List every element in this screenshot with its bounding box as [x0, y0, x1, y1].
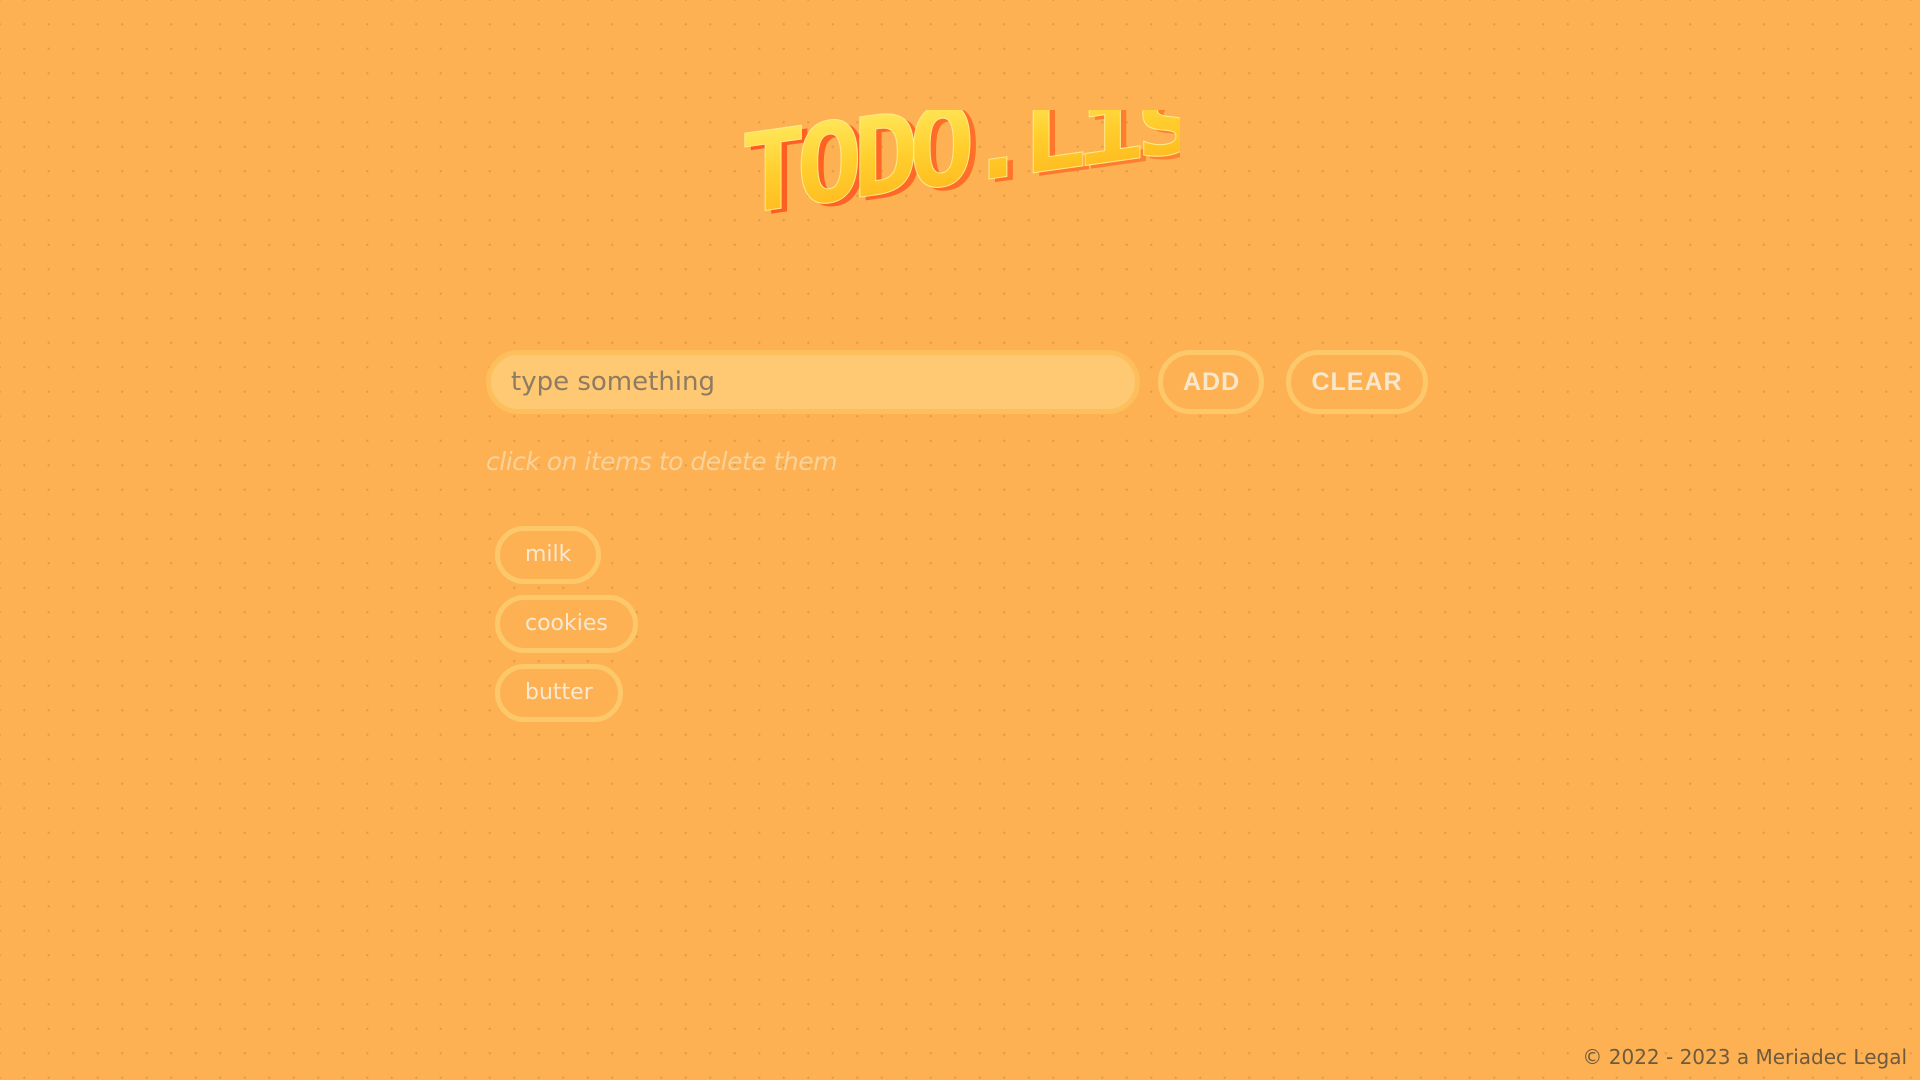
logo-text: TODO.List — [740, 110, 1180, 240]
app-logo: TODO.List TODO.List — [740, 110, 1180, 240]
app-logo-graphic: TODO.List TODO.List — [740, 110, 1180, 240]
todo-item[interactable]: butter — [495, 664, 623, 722]
todo-item[interactable]: cookies — [495, 595, 638, 653]
hint-text: click on items to delete them — [486, 447, 837, 476]
clear-button[interactable]: CLEAR — [1286, 350, 1428, 414]
add-button[interactable]: ADD — [1158, 350, 1264, 414]
footer-copyright: © 2022 - 2023 a Meriadec Legal — [1582, 1045, 1907, 1069]
todo-list: milk cookies butter — [495, 526, 638, 733]
add-todo-form: ADD CLEAR — [486, 350, 1428, 414]
todo-input[interactable] — [486, 350, 1140, 414]
todo-item[interactable]: milk — [495, 526, 602, 584]
todo-app: TODO.List TODO.List ADD CLEAR click on i… — [0, 0, 1920, 1080]
